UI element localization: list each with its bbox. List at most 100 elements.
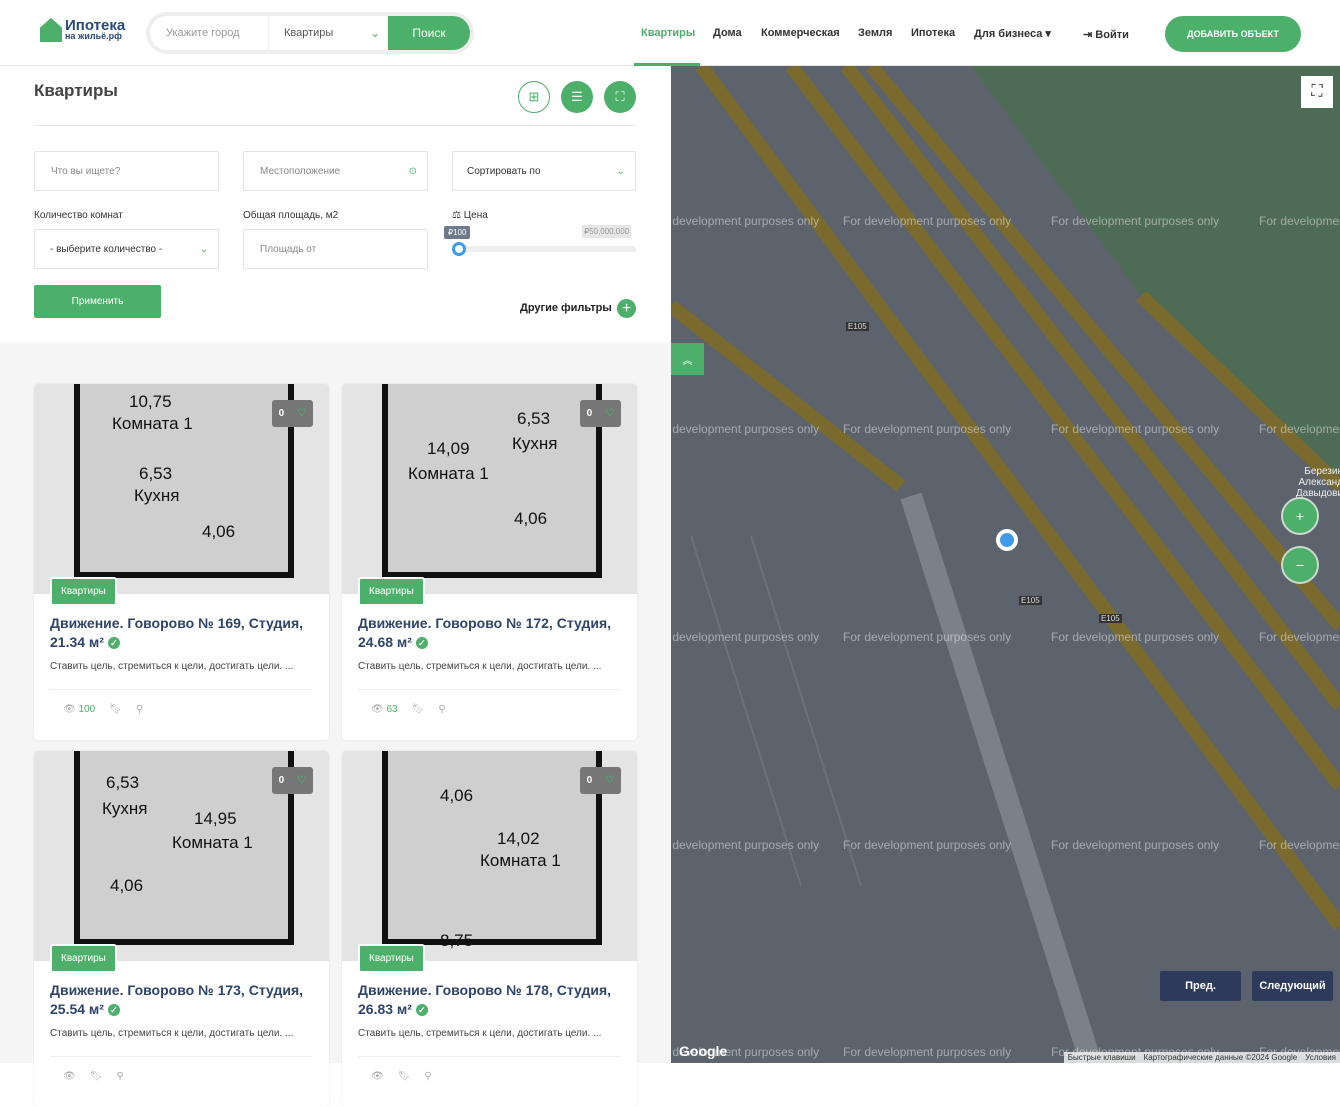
listing-title[interactable]: Движение. Говорово № 173, Студия, 25.54 … — [50, 981, 315, 1019]
terms-link[interactable]: Условия — [1305, 1053, 1336, 1062]
rooms-value: - выберите количество - — [50, 243, 163, 255]
prev-button[interactable]: Пред. — [1160, 971, 1241, 1001]
favorite-badge[interactable]: 0 ♡ — [580, 400, 621, 427]
location-input[interactable]: Местоположение ⊙ — [243, 151, 428, 191]
listing-card[interactable]: 4,06 14,02 Комната 1 8,75 0 ♡ Квартиры Движе… — [342, 751, 637, 1107]
map-watermark: For development purposes only — [1051, 214, 1220, 228]
plan-label: Комната 1 — [112, 414, 193, 433]
bookmark-icon[interactable]: 🔖︎ — [398, 1071, 411, 1082]
bookmark-icon[interactable]: 🔖︎ — [90, 1071, 103, 1082]
category-tag[interactable]: Квартиры — [50, 944, 117, 973]
map-watermark: For development purposes only — [1259, 838, 1340, 852]
login-icon: ⇥ — [1083, 29, 1093, 41]
map-pin-icon[interactable]: ⚲ — [116, 1071, 123, 1082]
list-view-button[interactable]: ☰ — [561, 81, 593, 113]
grid-icon: ⊞ — [528, 89, 540, 104]
plan-label: 10,75 — [129, 392, 172, 411]
search-button[interactable]: Поиск — [388, 16, 470, 50]
map-watermark: For development purposes only — [671, 838, 820, 852]
listing-title[interactable]: Движение. Говорово № 169, Студия, 21.34 … — [50, 614, 315, 652]
card-footer: 👁 63 🔖︎ ⚲ — [371, 704, 446, 715]
price-min-label: ₽100 — [444, 226, 471, 239]
favorite-badge[interactable]: 0 ♡ — [272, 400, 313, 427]
login-link[interactable]: ⇥ Войти — [1083, 28, 1129, 41]
logo[interactable]: Ипотека на жильё.рф — [40, 18, 125, 42]
nav-houses[interactable]: Дома — [713, 27, 742, 39]
type-select[interactable]: Квартиры ⌄ — [269, 16, 388, 50]
listing-title[interactable]: Движение. Говорово № 178, Студия, 26.83 … — [358, 981, 623, 1019]
map[interactable]: For development purposes only For develop… — [671, 66, 1340, 1063]
nav-mortgage[interactable]: Ипотека — [911, 27, 955, 39]
nav-commercial[interactable]: Коммерческая — [761, 27, 840, 39]
map-watermark: For development purposes only — [1051, 422, 1220, 436]
plan-label: 4,06 — [514, 509, 548, 528]
city-input[interactable]: Укажите город — [150, 16, 268, 50]
next-button[interactable]: Следующий — [1252, 971, 1333, 1001]
rooms-select[interactable]: - выберите количество - ⌄ — [34, 229, 219, 269]
floor-plan-image[interactable]: 4,06 14,02 Комната 1 8,75 0 ♡ — [342, 751, 637, 961]
floor-plan-image[interactable]: 6,53 Кухня 14,95 Комната 1 4,06 0 ♡ — [34, 751, 329, 961]
divider — [34, 125, 636, 126]
divider — [358, 689, 620, 690]
favorite-count: 0 — [586, 775, 593, 786]
favorite-count: 0 — [586, 408, 593, 419]
card-footer: 👁 🔖︎ ⚲ — [63, 1071, 124, 1082]
plan-label: Комната 1 — [480, 851, 561, 870]
listing-title-text: Движение. Говорово № 172, Студия, 24.68 … — [358, 615, 612, 650]
add-object-button[interactable]: ДОБАВИТЬ ОБЪЕКТ — [1165, 16, 1301, 52]
nav-apartments[interactable]: Квартиры — [641, 27, 695, 39]
category-tag[interactable]: Квартиры — [358, 944, 425, 973]
map-pin-icon[interactable]: ⚲ — [136, 704, 143, 715]
sort-value: Сортировать по — [467, 165, 541, 177]
bookmark-icon[interactable]: 🔖︎ — [109, 704, 122, 715]
plan-label: 14,02 — [497, 829, 540, 848]
price-slider-track[interactable] — [452, 246, 636, 252]
what-input[interactable]: Что вы ищете? — [34, 151, 219, 191]
floor-plan-image[interactable]: 10,75 Комната 1 6,53 Кухня 4,06 0 ♡ — [34, 384, 329, 594]
heart-icon: ♡ — [297, 775, 307, 786]
apply-button[interactable]: Применить — [34, 285, 161, 318]
zoom-out-button[interactable]: − — [1281, 546, 1319, 584]
price-slider-handle[interactable] — [452, 242, 466, 256]
map-fullscreen-button[interactable]: ⛶ — [1301, 76, 1333, 108]
fullscreen-view-button[interactable]: ⛶ — [604, 81, 636, 113]
house-icon — [40, 18, 62, 42]
nav-land[interactable]: Земля — [858, 27, 892, 39]
category-tag[interactable]: Квартиры — [50, 577, 117, 606]
plan-label: 6,53 — [106, 773, 140, 792]
map-pin-icon[interactable]: ⚲ — [424, 1071, 431, 1082]
listing-card[interactable]: 14,09 Комната 1 6,53 Кухня 4,06 0 ♡ Квартиры … — [342, 384, 637, 740]
favorite-count: 0 — [278, 775, 285, 786]
nav-business-label: Для бизнеса — [974, 28, 1043, 40]
chevron-down-icon: ⌄ — [616, 165, 625, 177]
other-filters-link[interactable]: Другие фильтры — [520, 302, 612, 314]
favorite-badge[interactable]: 0 ♡ — [272, 767, 313, 794]
sort-select[interactable]: Сортировать по ⌄ — [452, 151, 636, 191]
floor-plan-walls — [382, 751, 602, 945]
map-pin-icon[interactable]: ⚲ — [438, 704, 445, 715]
nav-business[interactable]: Для бизнеса ▾ — [974, 27, 1051, 40]
listing-card[interactable]: 10,75 Комната 1 6,53 Кухня 4,06 0 ♡ Квартиры … — [34, 384, 329, 740]
listing-card[interactable]: 6,53 Кухня 14,95 Комната 1 4,06 0 ♡ Квартиры … — [34, 751, 329, 1107]
listing-description: Ставить цель, стремиться к цели, достига… — [50, 1028, 294, 1039]
zoom-in-button[interactable]: + — [1281, 497, 1319, 535]
bookmark-icon[interactable]: 🔖︎ — [412, 704, 425, 715]
heart-icon: ♡ — [297, 408, 307, 419]
listing-title-text: Движение. Говорово № 169, Студия, 21.34 … — [50, 615, 304, 650]
verified-icon: ✓ — [107, 1004, 120, 1017]
list-icon: ☰ — [571, 89, 583, 104]
collapse-filters-button[interactable]: ︽ — [671, 343, 704, 375]
map-watermark: For development purposes only — [1051, 630, 1220, 644]
heart-icon: ♡ — [605, 775, 615, 786]
area-input[interactable]: Площадь от — [243, 229, 428, 269]
shortcuts-link[interactable]: Быстрые клавиши — [1068, 1053, 1136, 1062]
verified-icon: ✓ — [107, 637, 120, 650]
listing-title[interactable]: Движение. Говорово № 172, Студия, 24.68 … — [358, 614, 623, 652]
category-tag[interactable]: Квартиры — [358, 577, 425, 606]
chevron-down-icon: ⌄ — [199, 243, 208, 255]
location-marker[interactable] — [996, 529, 1018, 551]
favorite-badge[interactable]: 0 ♡ — [580, 767, 621, 794]
floor-plan-image[interactable]: 14,09 Комната 1 6,53 Кухня 4,06 0 ♡ — [342, 384, 637, 594]
plus-icon[interactable]: + — [617, 299, 636, 318]
grid-view-button[interactable]: ⊞ — [518, 81, 550, 113]
